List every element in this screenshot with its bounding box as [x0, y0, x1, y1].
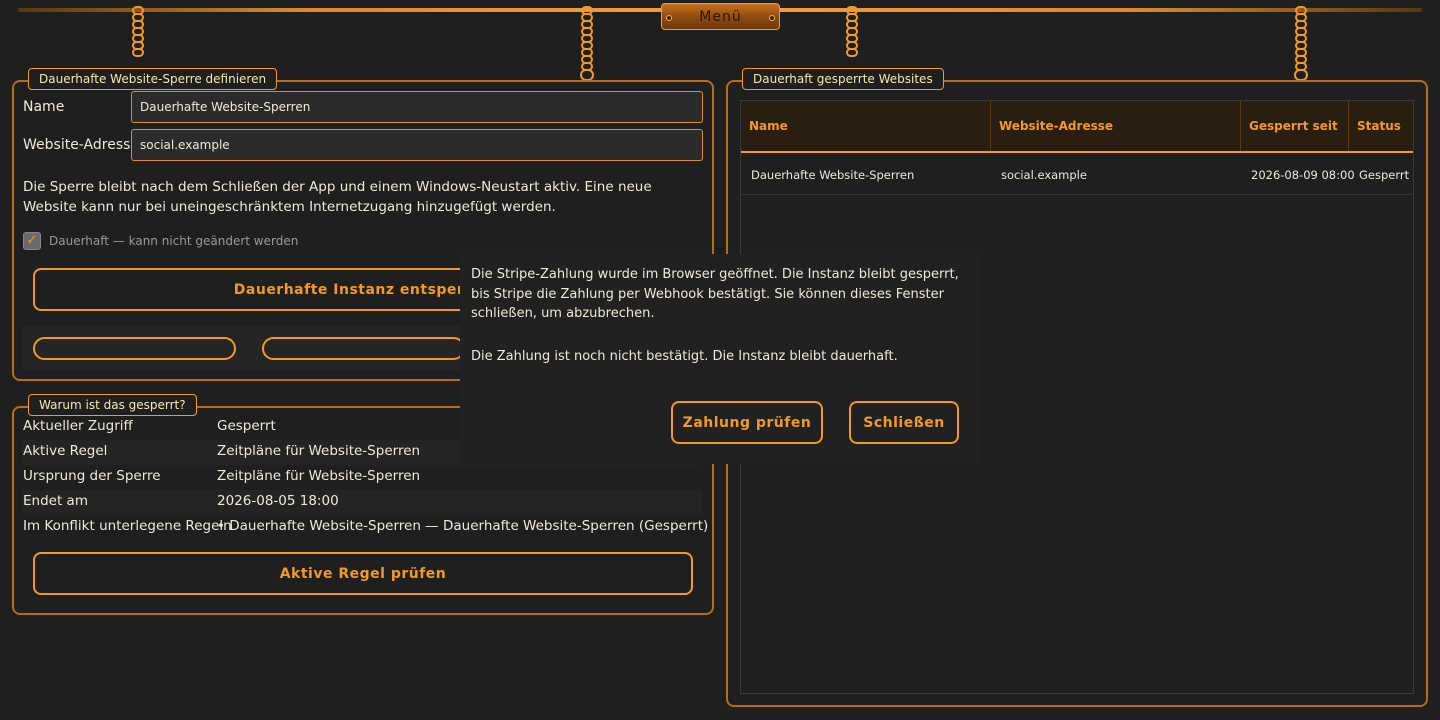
rivet-icon — [769, 15, 775, 21]
menu-button-label: Menü — [699, 8, 742, 25]
why-row-key: Endet am — [23, 493, 88, 509]
block-info-text: Die Sperre bleibt nach dem Schließen der… — [23, 179, 652, 215]
chain-decoration — [131, 6, 145, 57]
why-row-key: Aktive Regel — [23, 443, 108, 459]
why-row-value: Zeitpläne für Website-Sperren — [217, 443, 421, 459]
column-header-website-address[interactable]: Website-Adresse — [991, 101, 1241, 151]
chain-decoration — [845, 6, 859, 57]
cell-name: Dauerhafte Website-Sperren — [751, 168, 915, 182]
column-header-name[interactable]: Name — [741, 101, 991, 151]
why-row-key: Aktueller Zugriff — [23, 418, 133, 434]
column-header-status[interactable]: Status — [1349, 101, 1413, 151]
name-label: Name — [23, 99, 65, 115]
check-active-rule-button[interactable]: Aktive Regel prüfen — [33, 552, 693, 595]
chain-decoration — [580, 6, 594, 81]
checkmark-icon: ✓ — [26, 233, 38, 248]
chain-decoration — [1294, 6, 1308, 81]
cell-status: Gesperrt — [1359, 168, 1410, 182]
check-payment-label: Zahlung prüfen — [682, 414, 812, 431]
menu-button[interactable]: Menü — [661, 3, 780, 30]
why-row: Im Konflikt unterlegene Regeln • Dauerha… — [22, 515, 708, 540]
table-row[interactable]: Dauerhafte Website-Sperren social.exampl… — [741, 155, 1413, 195]
check-active-rule-label: Aktive Regel prüfen — [279, 565, 447, 582]
why-row-key: Ursprung der Sperre — [23, 468, 161, 484]
close-button[interactable]: Schließen — [849, 401, 959, 444]
define-block-panel-title: Dauerhafte Website-Sperre definieren — [28, 68, 278, 90]
why-row-value: Gesperrt — [217, 418, 276, 434]
payment-dialog: Die Stripe-Zahlung wurde im Browser geöf… — [460, 254, 980, 464]
why-row-key: Im Konflikt unterlegene Regeln — [23, 518, 232, 534]
permanent-checkbox[interactable]: ✓ — [23, 232, 41, 250]
why-blocked-panel-title: Warum ist das gesperrt? — [28, 394, 197, 416]
column-header-blocked-since[interactable]: Gesperrt seit — [1241, 101, 1349, 151]
why-row-value: 2026-08-05 18:00 — [217, 493, 339, 509]
dialog-message: Die Stripe-Zahlung wurde im Browser geöf… — [471, 267, 959, 321]
unlock-button-label: Dauerhafte Instanz entsperren — [233, 281, 493, 298]
cell-blocked-since: 2026-08-09 08:00 — [1251, 168, 1355, 182]
blocked-websites-panel-title: Dauerhaft gesperrte Websites — [742, 68, 944, 90]
dialog-status: Die Zahlung ist noch nicht bestätigt. Di… — [471, 349, 898, 364]
secondary-action-button[interactable] — [262, 337, 465, 360]
website-address-input[interactable] — [131, 129, 703, 161]
name-input[interactable] — [131, 91, 703, 123]
close-label: Schließen — [863, 414, 945, 431]
why-row-value: • Dauerhafte Website-Sperren — Dauerhaft… — [217, 518, 709, 534]
check-payment-button[interactable]: Zahlung prüfen — [671, 401, 823, 444]
why-row-value: Zeitpläne für Website-Sperren — [217, 468, 421, 484]
table-header: Name Website-Adresse Gesperrt seit Statu… — [741, 101, 1413, 153]
why-row: Endet am 2026-08-05 18:00 — [22, 490, 702, 515]
why-row: Ursprung der Sperre Zeitpläne für Websit… — [22, 465, 702, 490]
website-address-label: Website-Adresse — [23, 137, 140, 153]
permanent-checkbox-label: Dauerhaft — kann nicht geändert werden — [49, 234, 299, 248]
secondary-action-button[interactable] — [33, 337, 236, 360]
rivet-icon — [666, 15, 672, 21]
cell-website-address: social.example — [1001, 168, 1087, 182]
